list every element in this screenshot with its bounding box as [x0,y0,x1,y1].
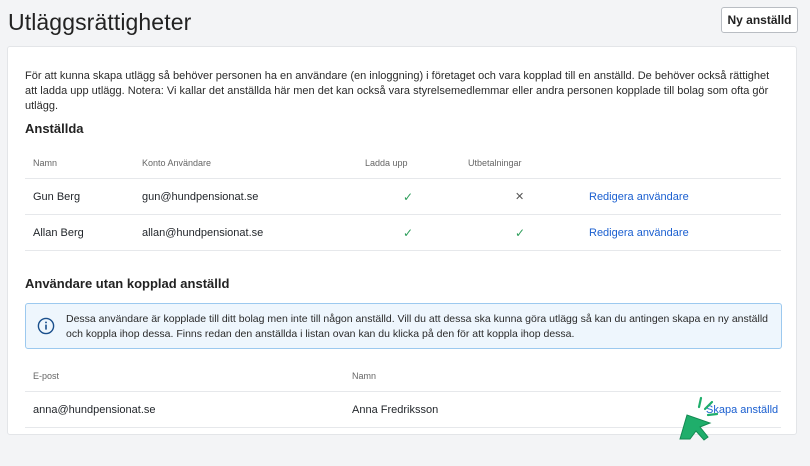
page-title: Utläggsrättigheter [8,9,192,35]
edit-user-link[interactable]: Redigera användare [589,179,689,214]
upload-check-icon: ✓ [403,189,414,204]
table-row[interactable]: anna@hundpensionat.se Anna Fredriksson S… [25,392,781,428]
upload-check-icon: ✓ [403,225,414,240]
column-header-account: Konto Användare [142,157,212,168]
edit-user-link[interactable]: Redigera användare [589,215,689,250]
column-header-email: E-post [33,370,60,381]
column-header-upload: Ladda upp [365,157,408,168]
user-email: anna@hundpensionat.se [33,403,156,416]
employee-name: Gun Berg [33,190,81,203]
users-table: E-post Namn anna@hundpensionat.se Anna F… [25,360,781,428]
info-text: Dessa användare är kopplade till ditt bo… [66,313,769,340]
table-header-row: Namn Konto Användare Ladda upp Utbetalni… [25,147,781,179]
column-header-name: Namn [33,157,58,168]
info-box: Dessa användare är kopplade till ditt bo… [25,303,782,349]
table-header-row: E-post Namn [25,360,781,392]
employees-table: Namn Konto Användare Ladda upp Utbetalni… [25,147,781,251]
users-without-employee-heading: Användare utan kopplad anställd [25,276,230,291]
employee-name: Allan Berg [33,226,84,239]
info-circle-icon [37,317,55,335]
employee-account: gun@hundpensionat.se [142,190,259,203]
employees-heading: Anställda [25,121,84,136]
intro-text: För att kunna skapa utlägg så behöver pe… [25,70,770,112]
new-employee-button[interactable]: Ny anställd [721,7,798,33]
user-name: Anna Fredriksson [352,403,439,416]
payouts-cross-icon: ✕ [515,191,525,203]
payouts-check-icon: ✓ [515,225,526,240]
table-row[interactable]: Gun Berg gun@hundpensionat.se ✓ ✕ Redige… [25,179,781,215]
column-header-name: Namn [352,370,377,381]
table-row[interactable]: Allan Berg allan@hundpensionat.se ✓ ✓ Re… [25,215,781,251]
expense-permissions-card: För att kunna skapa utlägg så behöver pe… [7,46,797,435]
pointer-cursor-icon [679,396,719,441]
employee-account: allan@hundpensionat.se [142,226,264,239]
column-header-payouts: Utbetalningar [468,157,522,168]
